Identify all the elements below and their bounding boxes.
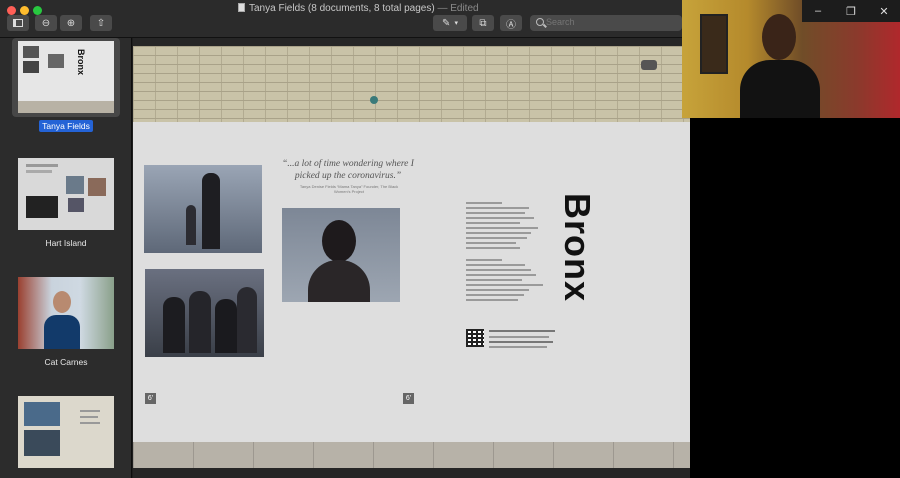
- zoom-window-button[interactable]: [33, 6, 42, 15]
- close-window-button[interactable]: [7, 6, 16, 15]
- security-camera: [641, 60, 657, 70]
- preview-app: ⊖ ⊕ ⇧ Tanya Fields (8 documents, 8 total…: [0, 0, 900, 478]
- figure: [202, 173, 220, 249]
- qr-caption-line: [489, 336, 549, 338]
- thumbnail-hart-island[interactable]: [18, 158, 114, 230]
- figure: [237, 287, 257, 353]
- thumbnail-cat-carnes[interactable]: [18, 277, 114, 349]
- thumb-text-line: [80, 416, 98, 418]
- zoom-in-button[interactable]: ⊕: [60, 15, 82, 31]
- sidewalk: [133, 442, 690, 468]
- qr-caption-line: [489, 330, 555, 332]
- wall-picture: [700, 14, 728, 74]
- zoom-out-button[interactable]: ⊖: [35, 15, 57, 31]
- annotate-icon: Ⓐ: [506, 19, 516, 31]
- pen-icon: ✎: [442, 17, 451, 29]
- qr-caption-line: [489, 346, 547, 348]
- zoom-in-icon: ⊕: [66, 17, 76, 29]
- empty-screen-area: [690, 118, 900, 478]
- figure: [163, 297, 185, 353]
- thumb-photo: [24, 402, 60, 426]
- speaker-body: [740, 60, 820, 118]
- thumb-shirt: [44, 315, 80, 349]
- document-title: Tanya Fields (8 documents, 8 total pages…: [238, 3, 479, 14]
- share-button[interactable]: ⇧: [90, 15, 112, 31]
- qr-caption-line: [489, 341, 553, 343]
- restore-icon[interactable]: ❐: [835, 0, 867, 22]
- pull-quote: “...a lot of time wondering where I pick…: [282, 159, 414, 181]
- height-marker: 6': [145, 393, 156, 404]
- thumbnail-label: Cat Carnes: [44, 357, 88, 367]
- sidebar-toggle-button[interactable]: [7, 15, 29, 31]
- markup-button[interactable]: ✎ ▾: [433, 15, 467, 31]
- thumb-photo: [23, 46, 39, 58]
- rotate-icon: ⧉: [479, 17, 487, 29]
- figure: [186, 205, 196, 245]
- thumb-photo: [48, 54, 64, 68]
- figure: [189, 291, 211, 353]
- search-input[interactable]: [546, 17, 676, 27]
- document-view[interactable]: “...a lot of time wondering where I pick…: [133, 38, 690, 478]
- zoom-out-icon: ⊖: [41, 17, 51, 29]
- search-field[interactable]: [530, 15, 682, 31]
- thumb-photo: [88, 178, 106, 196]
- photo-family-group: [145, 269, 264, 357]
- thumb-photo: [26, 196, 58, 218]
- thumb-bronx-text: Bronx: [76, 49, 86, 76]
- thumb-photo: [68, 198, 84, 212]
- thumbnail-tanya-fields[interactable]: Bronx: [18, 41, 114, 113]
- edited-status: — Edited: [437, 3, 479, 14]
- minimize-icon[interactable]: –: [802, 0, 834, 22]
- window-controls: – ❐ ✕: [802, 0, 900, 22]
- sidebar-icon: [13, 19, 23, 27]
- annotate-button[interactable]: Ⓐ: [500, 15, 522, 31]
- thumb-photo: [24, 430, 60, 456]
- thumb-text-line: [80, 422, 100, 424]
- body-text-column: [466, 202, 556, 304]
- wall-light: [370, 96, 378, 104]
- bronx-heading: Bronx: [557, 193, 598, 303]
- thumb-photo: [66, 176, 84, 194]
- portrait-head: [322, 220, 356, 262]
- thumbnail-page-4[interactable]: [18, 396, 114, 468]
- rotate-button[interactable]: ⧉: [472, 15, 494, 31]
- chevron-down-icon: ▾: [454, 20, 458, 27]
- title-bar: ⊖ ⊕ ⇧ Tanya Fields (8 documents, 8 total…: [0, 0, 682, 38]
- thumbnail-label: Tanya Fields: [0, 120, 131, 132]
- figure: [215, 299, 237, 353]
- height-marker: 6': [403, 393, 414, 404]
- portrait-shoulders: [308, 260, 370, 302]
- thumb-text-line: [80, 410, 100, 412]
- brick-wall: [133, 46, 690, 128]
- thumbnail-sidebar: Bronx Tanya Fields Hart Island Cat Carne…: [0, 38, 132, 478]
- thumb-text-line: [26, 170, 52, 173]
- thumb-text-line: [26, 164, 58, 167]
- quote-attribution: Tanya Denise Fields “Mama Tanya” Founder…: [299, 184, 399, 194]
- qr-code: [466, 329, 484, 347]
- thumb-ground: [18, 101, 114, 113]
- document-icon: [238, 3, 245, 12]
- close-icon[interactable]: ✕: [868, 0, 900, 22]
- photo-portrait: [282, 208, 400, 302]
- search-icon: [536, 18, 544, 26]
- thumb-photo: [23, 61, 39, 73]
- share-icon: ⇧: [96, 17, 106, 29]
- photo-mother-children: [144, 165, 262, 253]
- speaker-head: [762, 14, 796, 60]
- minimize-window-button[interactable]: [20, 6, 29, 15]
- thumbnail-label: Hart Island: [45, 238, 87, 248]
- thumb-face: [53, 291, 71, 313]
